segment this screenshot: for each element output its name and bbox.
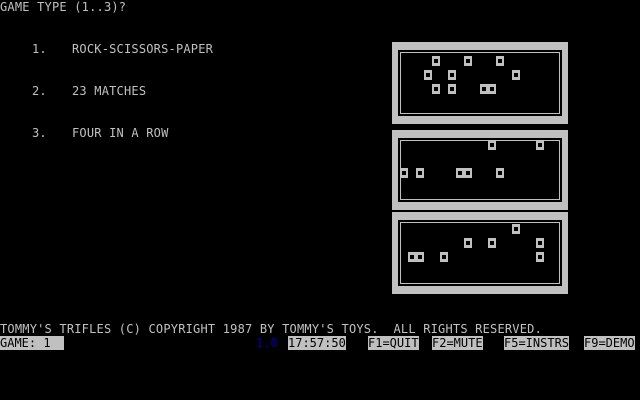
game-piece-icon	[536, 252, 544, 262]
status-bar: GAME: 1 1.0 17:57:50 F1=QUIT F2=MUTE F5=…	[0, 336, 640, 350]
game-board-illustration-top	[392, 42, 568, 124]
menu-item-3-number[interactable]: 3.	[32, 126, 47, 140]
game-piece-icon	[432, 84, 440, 94]
version-label: 1.0	[256, 336, 278, 350]
game-piece-icon	[456, 168, 464, 178]
instructions-key-hint[interactable]: F5=INSTRS	[504, 336, 570, 350]
clock-display: 17:57:50	[288, 336, 346, 350]
game-piece-icon	[432, 56, 440, 66]
game-board-illustration-middle	[392, 130, 568, 210]
menu-item-four-in-a-row[interactable]: FOUR IN A ROW	[72, 126, 169, 140]
game-piece-icon	[424, 70, 432, 80]
game-piece-icon	[488, 140, 496, 150]
game-piece-icon	[512, 224, 520, 234]
game-piece-icon	[400, 168, 408, 178]
current-game-indicator: GAME: 1	[0, 336, 66, 350]
game-piece-icon	[464, 238, 472, 248]
game-piece-icon	[416, 168, 424, 178]
game-piece-icon	[416, 252, 424, 262]
game-piece-icon	[536, 140, 544, 150]
game-piece-icon	[480, 84, 488, 94]
game-piece-icon	[440, 252, 448, 262]
menu-item-2-number[interactable]: 2.	[32, 84, 47, 98]
game-piece-icon	[488, 84, 496, 94]
mute-key-hint[interactable]: F2=MUTE	[432, 336, 483, 350]
game-piece-icon	[488, 238, 496, 248]
game-type-prompt: GAME TYPE (1..3)?	[0, 0, 127, 14]
game-piece-icon	[448, 70, 456, 80]
game-piece-icon	[496, 168, 504, 178]
game-piece-icon	[464, 168, 472, 178]
copyright-notice: TOMMY'S TRIFLES (C) COPYRIGHT 1987 BY TO…	[0, 322, 542, 336]
menu-item-rock-scissors-paper[interactable]: ROCK-SCISSORS-PAPER	[72, 42, 213, 56]
menu-item-23-matches[interactable]: 23 MATCHES	[72, 84, 146, 98]
menu-item-1-number[interactable]: 1.	[32, 42, 47, 56]
game-piece-icon	[408, 252, 416, 262]
game-piece-icon	[496, 56, 504, 66]
game-piece-icon	[448, 84, 456, 94]
game-piece-icon	[512, 70, 520, 80]
game-piece-icon	[464, 56, 472, 66]
game-board-illustration-bottom	[392, 212, 568, 294]
quit-key-hint[interactable]: F1=QUIT	[368, 336, 419, 350]
game-piece-icon	[536, 238, 544, 248]
demo-key-hint[interactable]: F9=DEMO	[584, 336, 635, 350]
